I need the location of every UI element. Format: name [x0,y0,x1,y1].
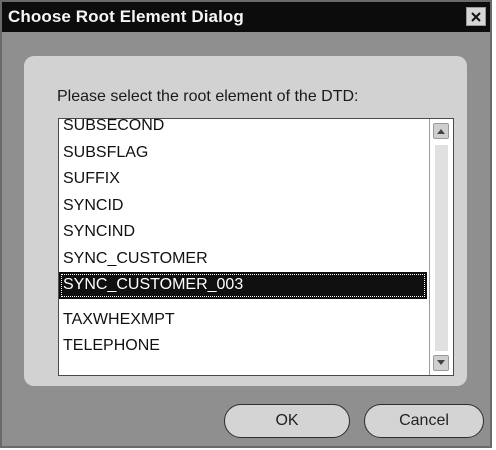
root-element-listbox[interactable]: SUBSECOND SUBSFLAG SUFFIX SYNCID SYNCIND… [58,118,454,376]
close-button[interactable] [466,7,486,26]
list-item-selected[interactable]: SYNC_CUSTOMER_003 [59,272,427,299]
prompt-label: Please select the root element of the DT… [57,88,359,105]
vertical-scrollbar[interactable] [429,119,453,375]
list-item[interactable]: SUFFIX [59,166,427,193]
title-bar[interactable]: Choose Root Element Dialog [2,2,490,32]
cancel-button[interactable]: Cancel [364,404,484,438]
list-item[interactable]: SYNCID [59,193,427,220]
ok-button[interactable]: OK [224,404,350,438]
list-item[interactable]: TAXWHEXMPT [59,307,427,334]
scroll-up-button[interactable] [433,123,449,139]
list-item[interactable]: SUBSFLAG [59,140,427,167]
list-items: SUBSECOND SUBSFLAG SUFFIX SYNCID SYNCIND… [59,119,427,360]
close-icon [470,11,482,23]
choose-root-element-dialog: Choose Root Element Dialog Please select… [0,0,492,448]
list-item[interactable]: SYNC_CUSTOMER [59,246,427,273]
list-item[interactable]: SYNCIND [59,219,427,246]
list-item[interactable]: SUBSECOND [59,119,427,140]
scroll-down-icon [436,354,446,372]
scroll-down-button[interactable] [433,355,449,371]
list-item[interactable]: TELEPHONE [59,333,427,360]
scroll-up-icon [436,122,446,140]
dialog-title: Choose Root Element Dialog [8,7,244,26]
scroll-track[interactable] [435,145,448,351]
content-panel: Please select the root element of the DT… [24,56,467,386]
